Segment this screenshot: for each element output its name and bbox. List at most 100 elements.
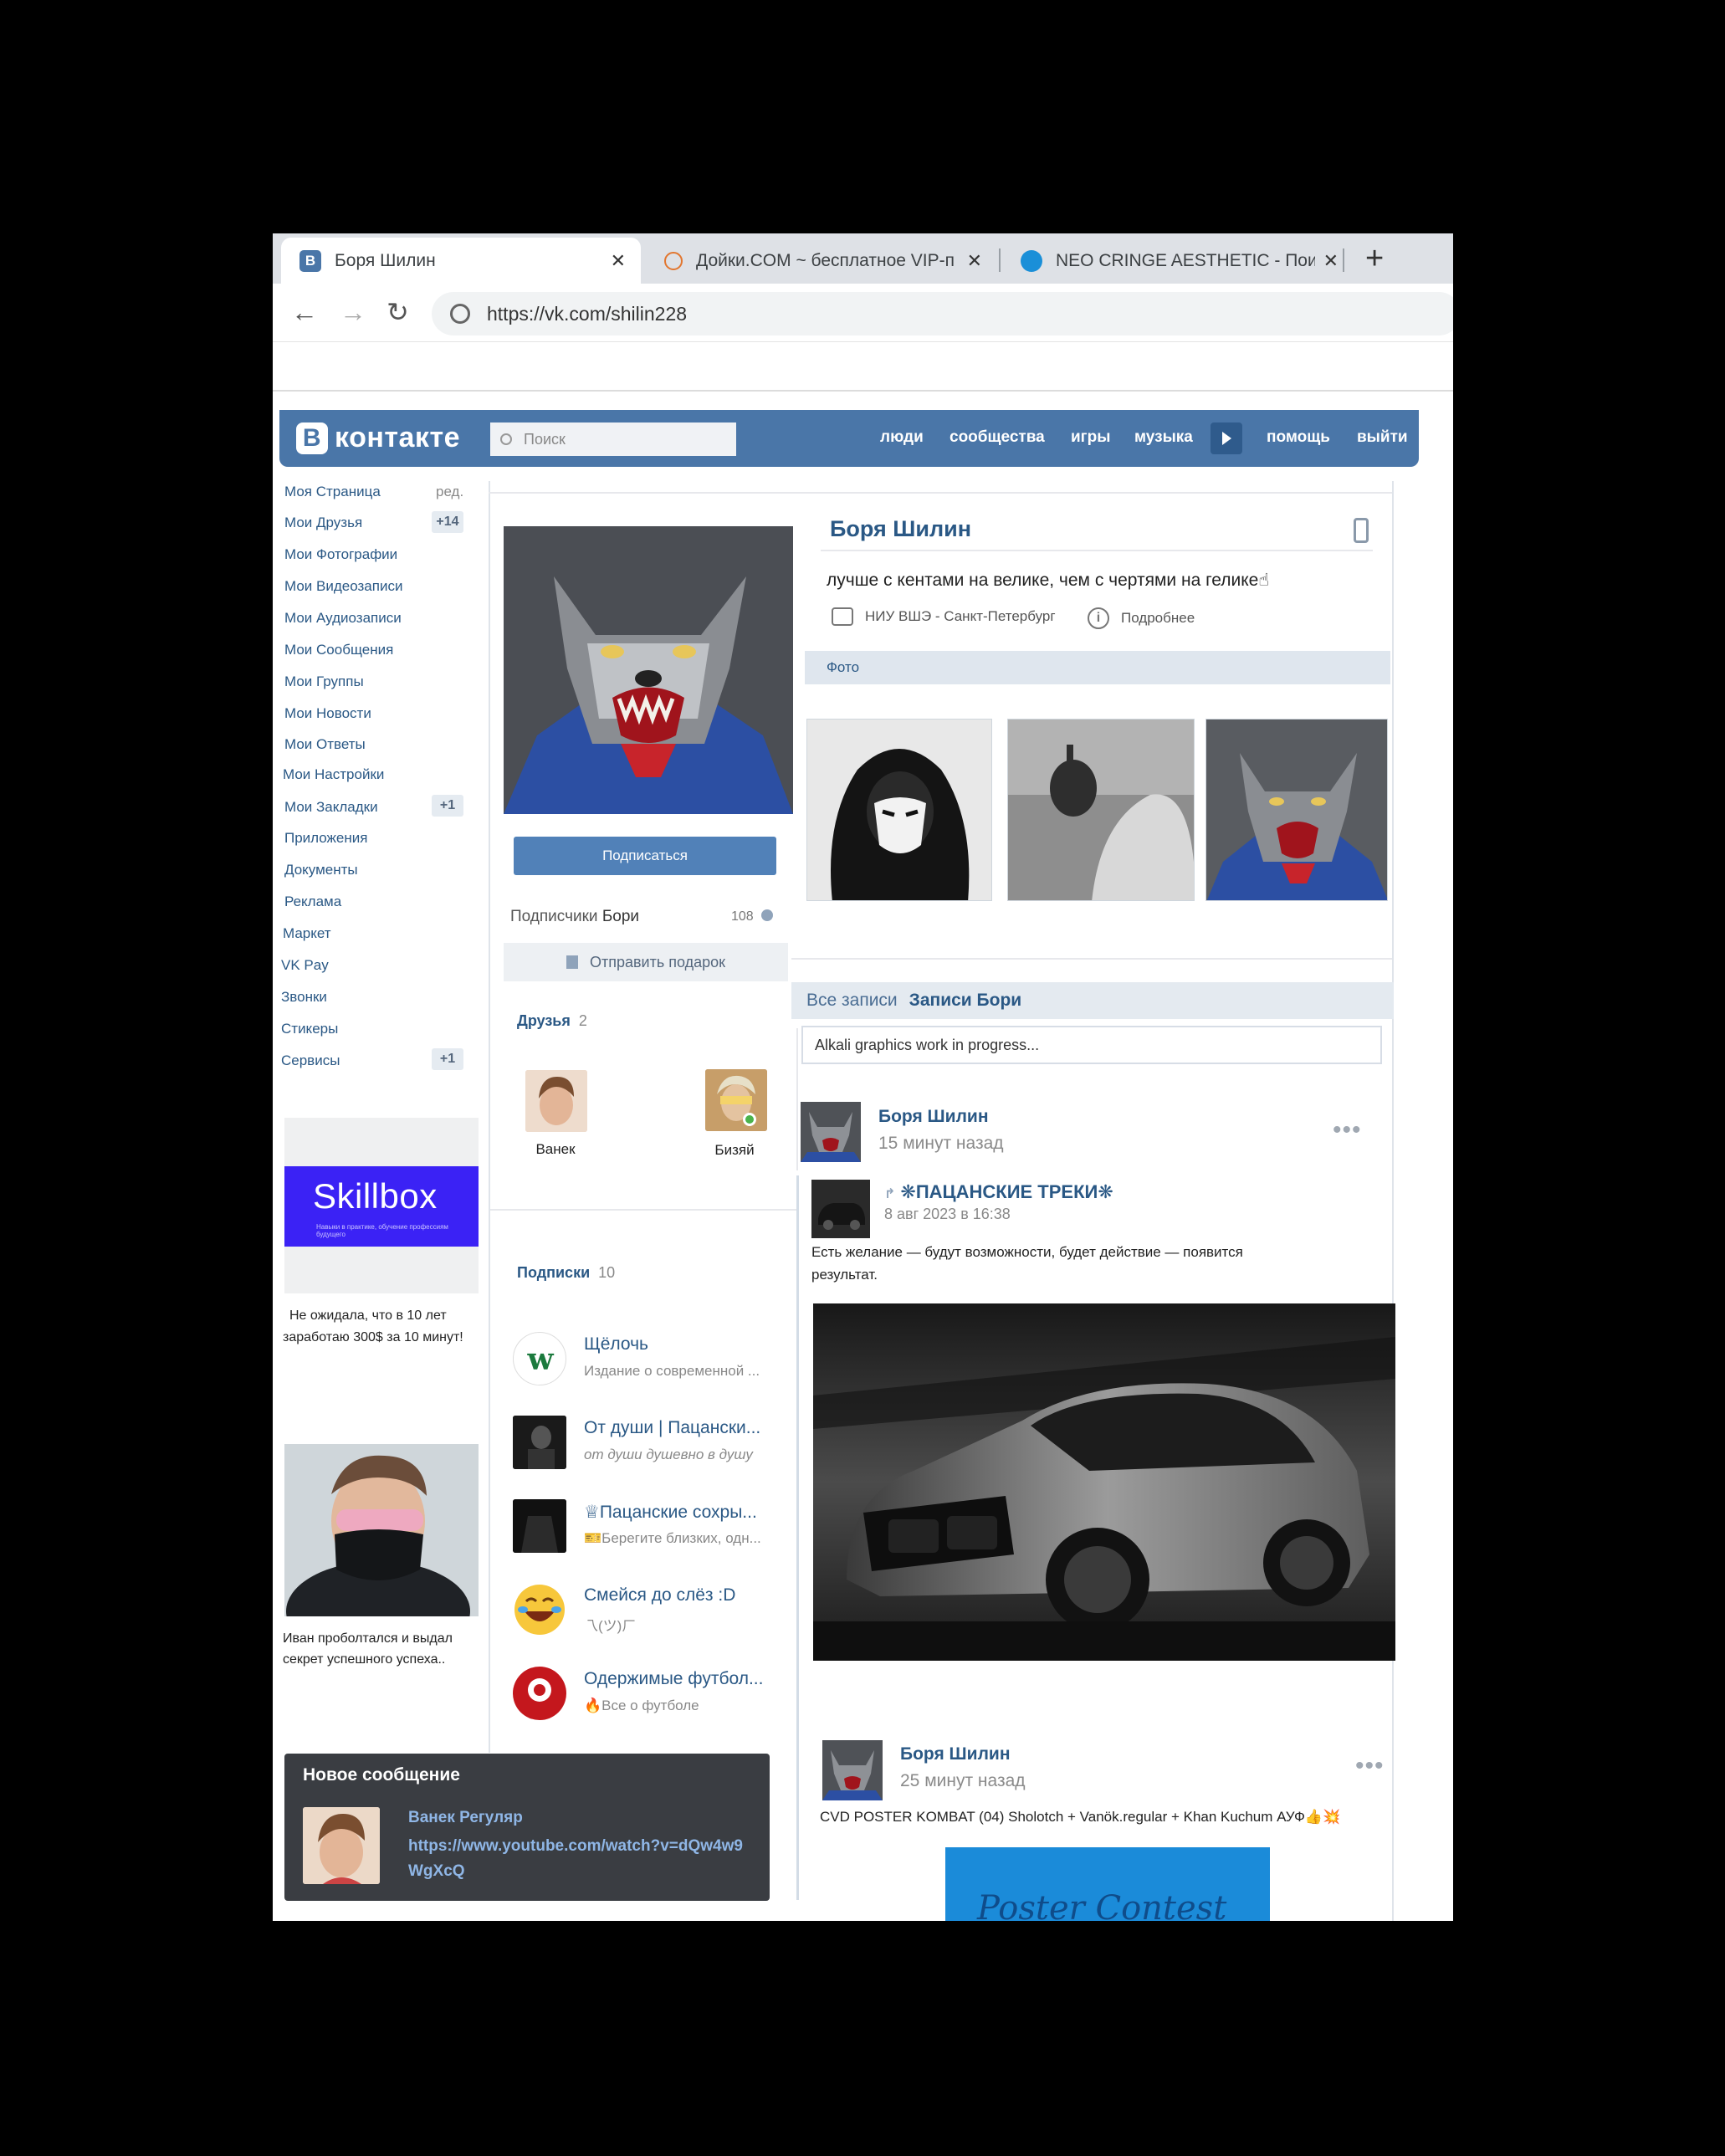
profile-university[interactable]: НИУ ВШЭ - Санкт-Петербург [832,607,1056,626]
send-gift-button[interactable]: Отправить подарок [504,943,788,981]
subscriptions-title[interactable]: Подписки 10 [517,1264,615,1282]
photos-header[interactable]: Фото [805,651,1390,684]
search-input[interactable]: Поиск [490,422,736,456]
repost-date[interactable]: 8 авг 2023 в 16:38 [884,1206,1011,1223]
menu-badge: +1 [432,1048,463,1070]
close-tab-icon[interactable]: ✕ [967,250,982,272]
group-avatar[interactable] [513,1416,566,1469]
friend-name[interactable]: Бизяй [684,1142,785,1159]
post-author-name[interactable]: Боря Шилин [878,1107,989,1127]
menu-documents[interactable]: Документы [284,862,358,878]
address-bar[interactable]: https://vk.com/shilin228 [432,292,1453,335]
menu-vk-pay[interactable]: VK Pay [281,957,329,974]
menu-market[interactable]: Маркет [283,925,331,942]
repost-source-avatar[interactable] [811,1180,870,1238]
photo-thumbnail[interactable] [806,719,992,901]
menu-bookmarks[interactable]: Мои Закладки [284,799,378,816]
post-image-poster[interactable]: Poster Contest [945,1847,1270,1921]
menu-calls[interactable]: Звонки [281,989,327,1006]
subscribe-button[interactable]: Подписаться [514,837,776,875]
forward-icon[interactable]: → [340,297,366,327]
back-icon[interactable]: ← [291,297,318,327]
new-tab-button[interactable]: + [1365,243,1384,274]
followers-icon [761,909,773,921]
ad-text[interactable]: секрет успешного успеха.. [283,1649,445,1671]
edit-link[interactable]: ред. [436,484,463,500]
menu-badge: +1 [432,795,463,817]
message-text[interactable]: https://www.youtube.com/watch?v=dQw4w9Wg… [408,1834,743,1884]
play-icon[interactable] [1211,422,1242,454]
close-tab-icon[interactable]: ✕ [611,250,626,272]
ad-photo[interactable] [284,1444,479,1616]
menu-news[interactable]: Мои Новости [284,705,371,722]
ad-text[interactable]: заработаю 300$ за 10 минут! [283,1327,463,1349]
friends-title[interactable]: Друзья 2 [517,1012,587,1030]
photo-thumbnail[interactable] [1007,719,1195,901]
group-avatar[interactable]: w [513,1332,566,1385]
post-author-name[interactable]: Боря Шилин [900,1744,1011,1764]
repost-text: Есть желание — будут возможности, будет … [811,1244,1243,1283]
tab-owner-posts[interactable]: Записи Бори [909,991,1022,1011]
post-time[interactable]: 15 минут назад [878,1134,1004,1154]
column-separator [796,1028,798,1170]
post-time[interactable]: 25 минут назад [900,1771,1026,1791]
repost-source-name[interactable]: ↱ ❋ПАЦАНСКИЕ ТРЕКИ❋ [884,1181,1113,1203]
friend-avatar[interactable] [705,1069,767,1131]
nav-communities[interactable]: сообщества [950,428,1045,447]
menu-friends[interactable]: Мои Друзья [284,515,362,531]
group-name[interactable]: Одержимые футбол... [584,1669,763,1689]
group-name[interactable]: Щёлочь [584,1334,648,1355]
close-tab-icon[interactable]: ✕ [1323,250,1339,272]
skillbox-logo[interactable]: Skillbox Навыки в практике, обучение про… [284,1166,479,1247]
group-name[interactable]: ♕Пацанские сохры... [584,1502,757,1523]
menu-apps[interactable]: Приложения [284,830,367,847]
sender-name[interactable]: Ванек Регуляр [408,1809,523,1827]
group-avatar[interactable] [513,1499,566,1553]
nav-music[interactable]: музыка [1134,428,1193,447]
menu-my-page[interactable]: Моя Страница [284,484,381,500]
ad-text[interactable]: Не ожидала, что в 10 лет [289,1305,447,1327]
profile-avatar[interactable] [504,526,793,814]
tab-neo-cringe[interactable]: NEO CRINGE AESTHETIC - Поиск ✕ [1002,238,1354,284]
menu-services[interactable]: Сервисы [281,1052,340,1069]
site-info-icon[interactable] [450,304,470,324]
menu-messages[interactable]: Мои Сообщения [284,642,393,658]
menu-ads[interactable]: Реклама [284,894,341,910]
post-author-avatar[interactable] [801,1102,861,1162]
group-avatar[interactable] [513,1583,566,1636]
tab-vk-profile[interactable]: В Боря Шилин ✕ [281,238,641,284]
nav-help[interactable]: помощь [1267,428,1330,447]
nav-games[interactable]: игры [1071,428,1110,447]
wall-post-input[interactable]: Alkali graphics work in progress... [801,1026,1382,1064]
followers-link[interactable]: Подписчики Бори [510,908,639,926]
vk-logo[interactable]: В контакте [296,422,460,454]
nav-people[interactable]: люди [880,428,924,447]
more-options-icon[interactable]: ••• [1333,1118,1362,1143]
group-name[interactable]: От души | Пацански... [584,1418,760,1438]
new-message-notification[interactable]: Новое сообщение Ванек Регуляр https://ww… [284,1754,770,1901]
menu-audio[interactable]: Мои Аудиозаписи [284,610,402,627]
group-avatar[interactable] [513,1667,566,1720]
photo-thumbnail[interactable] [1205,719,1388,901]
tab-doiki[interactable]: Дойки.COM ~ бесплатное VIP-п ✕ [646,238,997,284]
ad-text[interactable]: Иван проболтался и выдал [283,1628,453,1650]
tab-all-posts[interactable]: Все записи [806,991,898,1011]
profile-status[interactable]: лучше с кентами на велике, чем с чертями… [827,570,1269,591]
profile-more-link[interactable]: i Подробнее [1088,607,1195,629]
menu-photos[interactable]: Мои Фотографии [284,546,397,563]
post-author-avatar[interactable] [822,1740,883,1800]
menu-settings[interactable]: Мои Настройки [283,766,384,783]
nav-logout[interactable]: выйти [1357,428,1408,447]
menu-answers[interactable]: Мои Ответы [284,736,366,753]
group-name[interactable]: Смейся до слёз :D [584,1585,735,1605]
friend-avatar[interactable] [525,1070,587,1132]
skillbox-brand: Skillbox [313,1176,438,1216]
sender-avatar[interactable] [303,1807,380,1884]
more-options-icon[interactable]: ••• [1355,1754,1385,1779]
menu-stickers[interactable]: Стикеры [281,1021,338,1037]
friend-name[interactable]: Ванек [505,1141,606,1158]
menu-groups[interactable]: Мои Группы [284,673,364,690]
post-image-car[interactable] [813,1303,1395,1661]
reload-icon[interactable]: ↻ [386,297,409,327]
menu-videos[interactable]: Мои Видеозаписи [284,578,402,595]
